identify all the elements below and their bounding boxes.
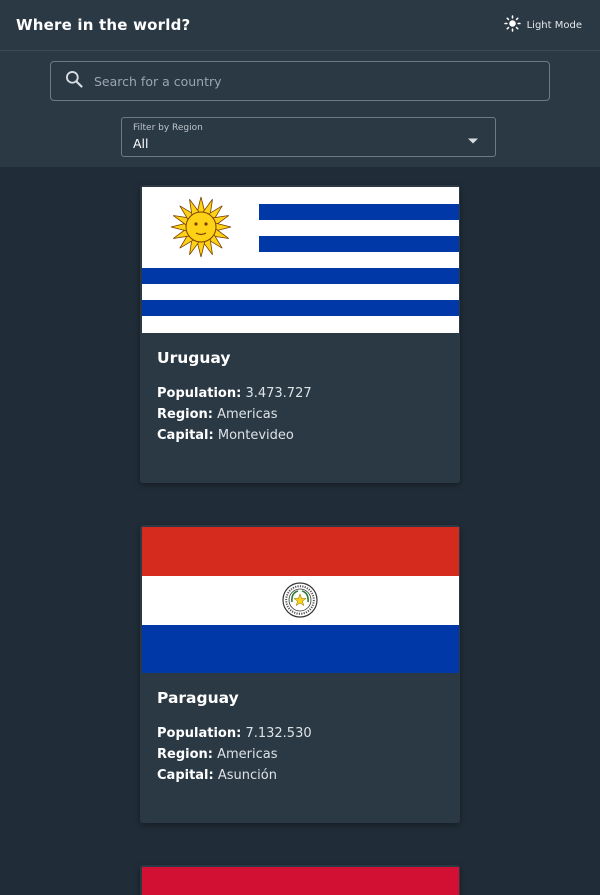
controls-panel: Filter by Region All xyxy=(0,51,600,167)
caret-down-icon xyxy=(467,132,479,151)
country-region: Region: Americas xyxy=(157,404,443,425)
red-flag xyxy=(142,867,459,895)
capital-value: Asunción xyxy=(217,768,277,783)
country-name: Uruguay xyxy=(157,349,231,367)
region-filter-select[interactable]: Filter by Region All xyxy=(121,117,496,157)
search-input[interactable] xyxy=(94,73,514,89)
country-region: Region: Americas xyxy=(157,744,443,765)
paraguay-coat-of-arms xyxy=(282,582,318,618)
theme-toggle-label: Light Mode xyxy=(526,19,582,31)
region-value: Americas xyxy=(217,407,278,422)
country-population: Population: 7.132.530 xyxy=(157,723,443,744)
app-title: Where in the world? xyxy=(16,16,191,34)
country-card-paraguay[interactable]: Paraguay Population: 7.132.530 Region: A… xyxy=(140,525,460,823)
country-name: Paraguay xyxy=(157,689,239,707)
population-label: Population: xyxy=(157,726,242,741)
uruguay-flag xyxy=(142,187,459,333)
search-box[interactable] xyxy=(50,61,550,101)
population-label: Population: xyxy=(157,386,242,401)
theme-toggle-button[interactable]: Light Mode xyxy=(503,14,582,36)
region-value: Americas xyxy=(217,747,278,762)
filter-selected-value: All xyxy=(133,136,149,151)
region-label: Region: xyxy=(157,747,213,762)
search-icon xyxy=(64,69,84,93)
capital-label: Capital: xyxy=(157,428,214,443)
population-value: 7.132.530 xyxy=(245,726,312,741)
population-value: 3.473.727 xyxy=(245,386,312,401)
country-card-partial[interactable] xyxy=(140,865,460,895)
sun-of-may-emblem xyxy=(170,196,232,258)
paraguay-flag xyxy=(142,527,459,673)
filter-label: Filter by Region xyxy=(133,123,203,133)
country-population: Population: 3.473.727 xyxy=(157,383,443,404)
country-capital: Capital: Asunción xyxy=(157,765,443,786)
capital-label: Capital: xyxy=(157,768,214,783)
capital-value: Montevideo xyxy=(217,428,294,443)
top-bar: Where in the world? Light Mode xyxy=(0,0,600,51)
country-capital: Capital: Montevideo xyxy=(157,425,443,446)
country-card-uruguay[interactable]: Uruguay Population: 3.473.727 Region: Am… xyxy=(140,185,460,483)
sun-icon xyxy=(503,14,521,36)
region-label: Region: xyxy=(157,407,213,422)
